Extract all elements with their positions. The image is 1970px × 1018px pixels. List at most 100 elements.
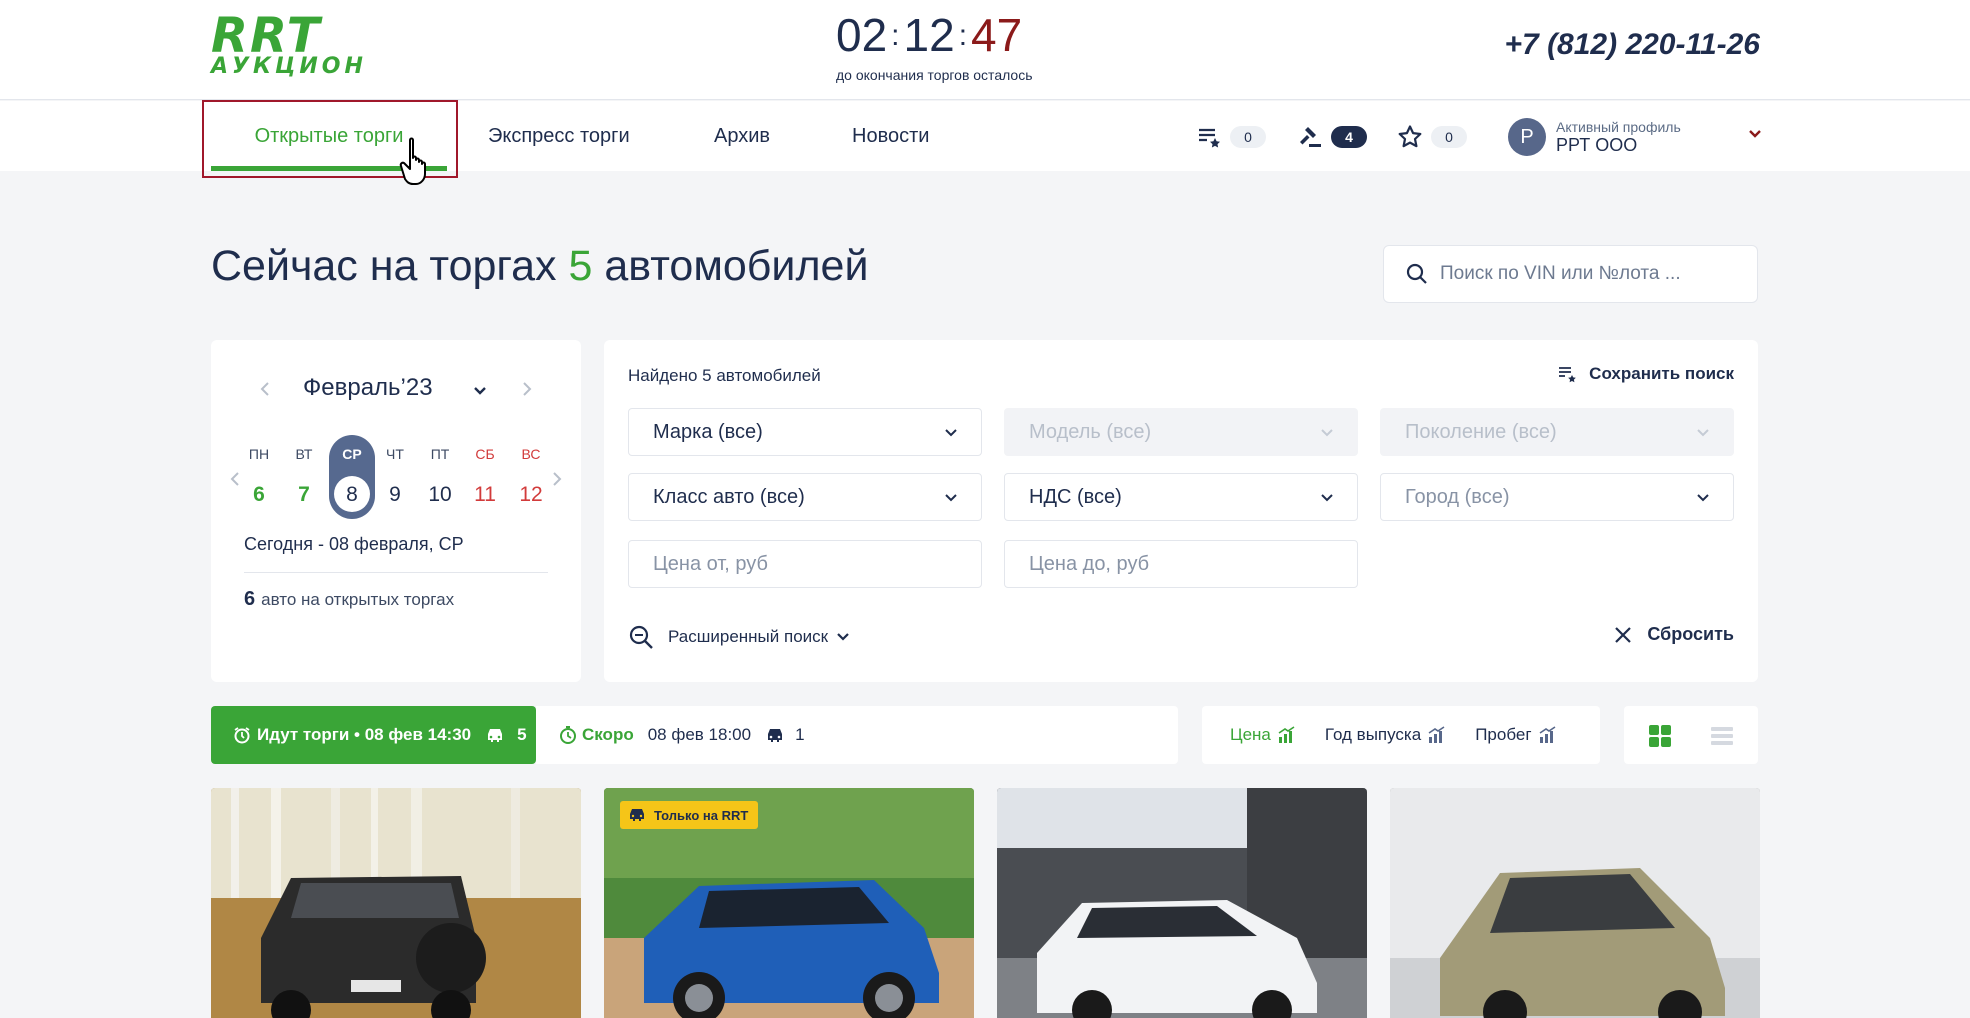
model-select[interactable]: Модель (все)	[1004, 408, 1358, 456]
day-date: 8	[346, 483, 358, 506]
profile-switcher[interactable]: Р Активный профиль РРТ ООО	[1508, 118, 1763, 156]
vat-select[interactable]: НДС (все)	[1004, 473, 1358, 521]
calendar-card: Февраль’23 ПН 6 ВТ 7 СР 8 ЧТ 9 ПТ 10 СБ …	[211, 340, 581, 682]
auction-timer: 02:12:47 до окончания торгов осталось	[836, 8, 1056, 83]
chevron-down-icon	[945, 494, 957, 502]
calendar-day[interactable]: ВС 12	[511, 442, 551, 510]
day-name: ВС	[521, 446, 541, 462]
price-to-input[interactable]: Цена до, руб	[1004, 540, 1358, 588]
calendar-day-selected[interactable]: СР 8	[332, 442, 372, 510]
tab-news[interactable]: Новости	[852, 101, 929, 171]
car-icon	[630, 809, 644, 821]
grid-view-icon[interactable]	[1648, 724, 1672, 748]
upcoming-auction-tab[interactable]: Скоро 08 фев 18:00 1	[536, 706, 1178, 764]
hand-cursor-icon	[399, 137, 426, 185]
next-month-icon[interactable]	[517, 380, 535, 398]
filter-card: Найдено 5 автомобилей Сохранить поиск Ма…	[604, 340, 1758, 682]
timer-seconds: 47	[971, 9, 1023, 61]
title-count: 5	[568, 242, 593, 290]
model-value: Модель (все)	[1029, 421, 1152, 443]
phone-number[interactable]: +7 (812) 220-11-26	[1505, 28, 1760, 62]
car-card-photo[interactable]	[1390, 788, 1760, 1018]
chevron-down-icon	[837, 633, 849, 641]
list-star-icon	[1559, 367, 1576, 383]
logo-text-top: RRT	[211, 8, 322, 64]
generation-select[interactable]: Поколение (все)	[1380, 408, 1734, 456]
car-photo-sedan-white	[997, 788, 1367, 1018]
title-suffix: автомобилей	[604, 242, 869, 290]
chevron-down-icon[interactable]	[1747, 126, 1763, 142]
timer-digits: 02:12:47	[836, 9, 1023, 61]
found-count: Найдено 5 автомобилей	[628, 366, 821, 385]
sort-mileage-label: Пробег	[1475, 725, 1532, 744]
brand-select[interactable]: Марка (все)	[628, 408, 982, 456]
open-auctions-count: 6 авто на открытых торгах	[244, 588, 454, 611]
sort-mileage[interactable]: Пробег	[1475, 725, 1557, 745]
month-dropdown-icon[interactable]	[471, 382, 489, 400]
logo-text-bottom: АУКЦИОН	[211, 54, 367, 79]
day-date: 11	[474, 483, 496, 506]
favorites-counter[interactable]: 0	[1397, 120, 1467, 154]
upcoming-count: 1	[795, 725, 805, 744]
city-select[interactable]: Город (все)	[1380, 473, 1734, 521]
car-photo-hatchback-beige	[1390, 788, 1760, 1018]
chevron-down-icon	[945, 429, 957, 437]
list-view-icon[interactable]	[1710, 724, 1734, 748]
calendar-day[interactable]: ВТ 7	[284, 442, 324, 510]
save-search-button[interactable]: Сохранить поиск	[1557, 364, 1734, 384]
view-toggle	[1624, 706, 1758, 764]
search-input[interactable]	[1440, 263, 1740, 285]
sort-year[interactable]: Год выпуска	[1325, 725, 1447, 745]
live-auction-count: 5	[517, 725, 527, 744]
car-card-photo[interactable]	[997, 788, 1367, 1018]
car-card-photo[interactable]	[211, 788, 581, 1018]
calendar-day[interactable]: ПН 6	[239, 442, 279, 510]
bids-counter[interactable]: 4	[1297, 120, 1367, 154]
day-name: ПТ	[430, 446, 450, 462]
day-date: 7	[298, 483, 310, 506]
live-auction-label: Идут торги • 08 фев 14:30	[257, 725, 472, 744]
lists-counter[interactable]: 0	[1196, 120, 1266, 154]
day-date: 6	[253, 483, 265, 506]
class-select[interactable]: Класс авто (все)	[628, 473, 982, 521]
sort-price[interactable]: Цена	[1230, 725, 1297, 745]
day-date: 12	[519, 483, 543, 506]
tab-archive[interactable]: Архив	[714, 101, 770, 171]
timer-caption: до окончания торгов осталось	[836, 67, 1033, 83]
calendar-day[interactable]: ЧТ 9	[375, 442, 415, 510]
advanced-search-toggle[interactable]: Расширенный поиск	[628, 624, 850, 650]
day-date: 10	[428, 483, 452, 506]
vat-value: НДС (все)	[1029, 486, 1122, 508]
day-name: ВТ	[295, 446, 313, 462]
sort-price-label: Цена	[1230, 725, 1271, 744]
header: RRT АУКЦИОН 02:12:47 до окончания торгов…	[0, 0, 1970, 100]
today-label: Сегодня - 08 февраля, СР	[244, 534, 464, 554]
car-photo-suv-dark	[211, 788, 581, 1018]
gavel-icon	[1300, 127, 1321, 147]
car-icon	[488, 729, 503, 742]
price-from-input[interactable]: Цена от, руб	[628, 540, 982, 588]
calendar-day[interactable]: ПТ 10	[420, 442, 460, 510]
tab-express-auctions[interactable]: Экспресс торги	[488, 101, 630, 171]
timer-minutes: 12	[903, 9, 955, 61]
advanced-search-label: Расширенный поиск	[668, 627, 829, 646]
divider	[244, 572, 548, 573]
save-search-label: Сохранить поиск	[1589, 364, 1734, 383]
list-star-icon	[1199, 128, 1220, 148]
sort-bar: Цена Год выпуска Пробег	[1202, 706, 1600, 764]
car-card-photo[interactable]: Только на RRT	[604, 788, 974, 1018]
logo[interactable]: RRT АУКЦИОН	[211, 8, 391, 79]
reset-button[interactable]: Сбросить	[1613, 624, 1734, 645]
count-value: 6	[244, 588, 256, 610]
generation-value: Поколение (все)	[1405, 421, 1557, 443]
calendar-day[interactable]: СБ 11	[465, 442, 505, 510]
vin-search	[1383, 245, 1758, 303]
avatar: Р	[1508, 118, 1546, 156]
live-auction-tab[interactable]: Идут торги • 08 фев 14:30 5	[211, 706, 536, 764]
sort-bars-icon	[1428, 726, 1445, 743]
sort-year-label: Год выпуска	[1324, 725, 1422, 744]
day-name: СР	[342, 446, 362, 462]
chevron-down-icon	[1321, 429, 1333, 437]
profile-caption: Активный профиль	[1556, 118, 1681, 135]
prev-month-icon[interactable]	[257, 380, 275, 398]
